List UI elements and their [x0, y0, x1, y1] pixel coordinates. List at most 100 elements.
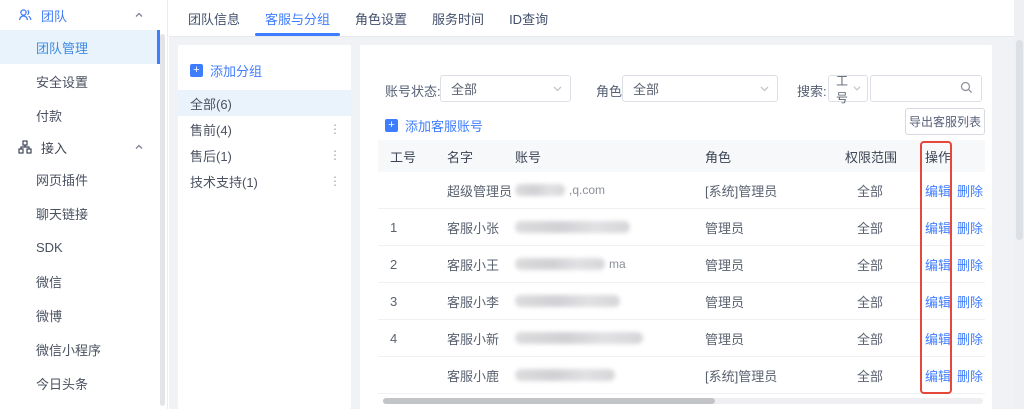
- cell-agent-id: 3: [390, 294, 447, 309]
- blurred-account-blob: [515, 184, 565, 196]
- cell-actions: 编辑删除: [925, 329, 985, 348]
- column-header: 名字: [447, 147, 515, 166]
- sidebar-item[interactable]: 微信小程序: [0, 332, 160, 366]
- agent-list-card: 账号状态: 全部 角色: 全部 搜索: 工号: [360, 45, 992, 409]
- sidebar-item[interactable]: SDK: [0, 230, 160, 264]
- delete-link[interactable]: 删除: [957, 329, 983, 348]
- tab[interactable]: 客服与分组: [255, 0, 340, 36]
- main-content-area: + 添加分组 全部(6)售前(4)⋮售后(1)⋮技术支持(1)⋮ 账号状态: 全…: [169, 37, 1014, 409]
- column-header: 操作: [925, 147, 985, 166]
- sidebar-section-label: 团队: [41, 6, 134, 25]
- tab[interactable]: 角色设置: [345, 0, 417, 36]
- page-scrollbar-thumb[interactable]: [1016, 40, 1023, 240]
- search-box: [870, 75, 982, 102]
- column-header: 工号: [390, 147, 447, 166]
- delete-link[interactable]: 删除: [957, 255, 983, 274]
- kebab-menu-icon[interactable]: ⋮: [329, 148, 341, 162]
- kebab-menu-icon[interactable]: ⋮: [329, 122, 341, 136]
- edit-link[interactable]: 编辑: [925, 292, 951, 311]
- account-status-select[interactable]: 全部: [440, 75, 571, 102]
- group-item[interactable]: 售后(1)⋮: [178, 142, 351, 168]
- add-group-button[interactable]: + 添加分组: [178, 45, 351, 90]
- sidebar-item[interactable]: 团队管理: [0, 30, 160, 64]
- chevron-up-icon[interactable]: [134, 10, 144, 20]
- sidebar-item[interactable]: 微信: [0, 264, 160, 298]
- cell-account-masked: [515, 295, 705, 307]
- delete-link[interactable]: 删除: [957, 218, 983, 237]
- cell-agent-name: 客服小王: [447, 255, 515, 274]
- group-label: 售后(1): [190, 146, 329, 165]
- cell-role: 管理员: [705, 255, 845, 274]
- cell-account-masked: [515, 221, 705, 233]
- add-agent-button[interactable]: + 添加客服账号: [385, 116, 483, 135]
- cell-role: 管理员: [705, 218, 845, 237]
- column-header: 角色: [705, 147, 845, 166]
- group-label: 全部(6): [190, 94, 341, 113]
- filter-row: 账号状态: 全部 角色: 全部 搜索: 工号: [360, 75, 992, 103]
- sidebar: 团队团队管理安全设置付款接入网页插件聊天链接SDK微信微博微信小程序今日头条: [0, 0, 168, 409]
- role-select[interactable]: 全部: [622, 75, 778, 102]
- cell-permission-scope: 全部: [845, 292, 925, 311]
- group-label: 技术支持(1): [190, 172, 329, 191]
- cell-agent-name: 客服小李: [447, 292, 515, 311]
- search-icon[interactable]: [960, 81, 973, 97]
- tab[interactable]: ID查询: [499, 0, 558, 36]
- cell-actions: 编辑删除: [925, 366, 985, 385]
- table-row: 1客服小张管理员全部编辑删除: [378, 209, 985, 246]
- cell-actions: 编辑删除: [925, 292, 985, 311]
- blurred-account-blob: [515, 295, 620, 307]
- cell-actions: 编辑删除: [925, 181, 985, 200]
- group-item[interactable]: 技术支持(1)⋮: [178, 168, 351, 194]
- tab[interactable]: 服务时间: [422, 0, 494, 36]
- sidebar-item[interactable]: 微博: [0, 298, 160, 332]
- cell-agent-name: 超级管理员: [447, 181, 515, 200]
- sidebar-section-header[interactable]: 团队: [0, 0, 160, 30]
- tab-bar: 团队信息客服与分组角色设置服务时间ID查询: [169, 0, 1014, 37]
- search-label: 搜索:: [797, 81, 827, 100]
- chevron-up-icon[interactable]: [134, 142, 144, 152]
- cell-permission-scope: 全部: [845, 255, 925, 274]
- delete-link[interactable]: 删除: [957, 181, 983, 200]
- search-type-select[interactable]: 工号: [828, 75, 868, 102]
- sidebar-item[interactable]: 网页插件: [0, 162, 160, 196]
- network-icon: [18, 140, 32, 154]
- cell-actions: 编辑删除: [925, 218, 985, 237]
- tab[interactable]: 团队信息: [178, 0, 250, 36]
- edit-link[interactable]: 编辑: [925, 181, 951, 200]
- sidebar-scrollbar[interactable]: [160, 34, 165, 406]
- sidebar-item[interactable]: 今日头条: [0, 366, 160, 400]
- edit-link[interactable]: 编辑: [925, 366, 951, 385]
- group-item[interactable]: 售前(4)⋮: [178, 116, 351, 142]
- edit-link[interactable]: 编辑: [925, 218, 951, 237]
- cell-permission-scope: 全部: [845, 181, 925, 200]
- sidebar-item[interactable]: 付款: [0, 98, 160, 132]
- cell-account-masked: ,q.com: [515, 183, 705, 197]
- chevron-down-icon: [553, 84, 562, 93]
- plus-icon: +: [385, 119, 398, 132]
- cell-role: [系统]管理员: [705, 181, 845, 200]
- sidebar-section-header[interactable]: 接入: [0, 132, 160, 162]
- kebab-menu-icon[interactable]: ⋮: [329, 174, 341, 188]
- export-agent-list-button[interactable]: 导出客服列表: [905, 108, 985, 135]
- cell-agent-name: 客服小新: [447, 329, 515, 348]
- sidebar-item[interactable]: 安全设置: [0, 64, 160, 98]
- table-row: 4客服小新管理员全部编辑删除: [378, 320, 985, 357]
- delete-link[interactable]: 删除: [957, 366, 983, 385]
- sidebar-item[interactable]: 聊天链接: [0, 196, 160, 230]
- search-input[interactable]: [879, 81, 960, 96]
- horizontal-scrollbar-track: [383, 398, 983, 404]
- cell-role: 管理员: [705, 292, 845, 311]
- chevron-down-icon: [760, 84, 769, 93]
- delete-link[interactable]: 删除: [957, 292, 983, 311]
- column-header: 账号: [515, 147, 705, 166]
- blurred-account-blob: [515, 258, 605, 270]
- table-header-row: 工号名字账号角色权限范围操作: [378, 140, 985, 172]
- account-status-label: 账号状态:: [385, 81, 441, 100]
- cell-permission-scope: 全部: [845, 366, 925, 385]
- group-item[interactable]: 全部(6): [178, 90, 351, 116]
- add-group-label: 添加分组: [210, 61, 262, 80]
- edit-link[interactable]: 编辑: [925, 329, 951, 348]
- cell-account-masked: [515, 369, 705, 381]
- edit-link[interactable]: 编辑: [925, 255, 951, 274]
- horizontal-scrollbar-thumb[interactable]: [383, 398, 715, 404]
